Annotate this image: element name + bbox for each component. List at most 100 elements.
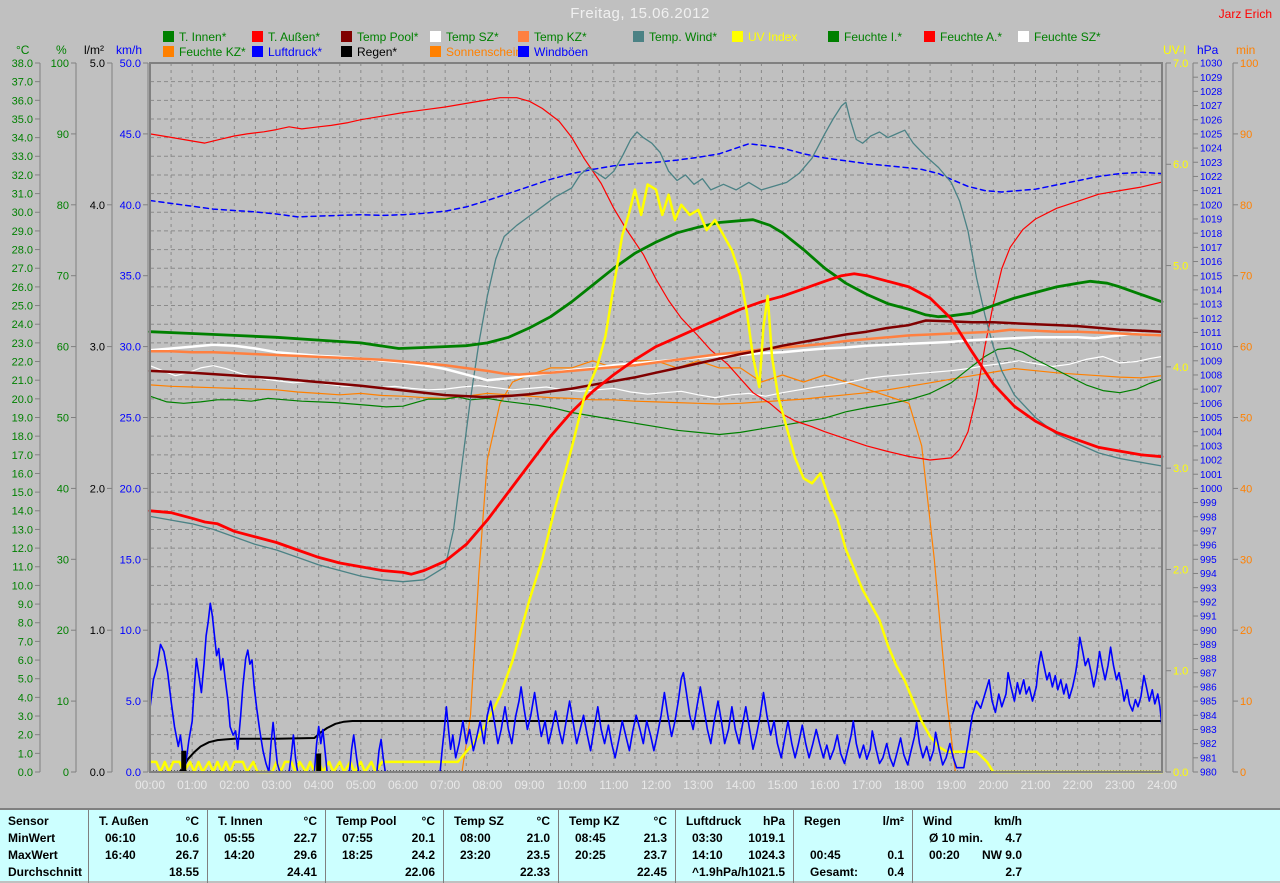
axis-tick-label-kmh: 20.0 xyxy=(120,483,141,495)
table-cell-min: 07:55 20.1 xyxy=(326,830,443,847)
axis-tick-label-hpa: 999 xyxy=(1200,498,1217,509)
axis-tick-label-hpa: 1020 xyxy=(1200,200,1223,211)
cell-value: km/h xyxy=(993,814,1022,828)
legend-swatch xyxy=(633,31,644,42)
weather-chart-page: 0.0 1.0 2.0 3.0 4.0 5.0 6.0 7.0 8.0 9.0 10.0 11.0 12… xyxy=(0,0,1280,883)
table-col-t-innen: T. Innen °C 05:55 22.7 14:20 29.6 24.41 xyxy=(207,810,325,883)
axis-tick-label-temp: 0.0 xyxy=(18,767,33,779)
legend-item-t-au-en-: T. Außen* xyxy=(252,30,320,44)
time-label: 17:00 xyxy=(852,778,882,792)
axis-tick-label-uv: 3.0 xyxy=(1173,463,1188,475)
table-row-label: Durchschnitt xyxy=(8,865,83,879)
time-label: 09:00 xyxy=(514,778,544,792)
axis-tick-label-min: 70 xyxy=(1240,271,1252,283)
axis-tick-label-hpa: 1005 xyxy=(1200,413,1223,424)
legend-item-temp-wind-: Temp. Wind* xyxy=(633,30,717,44)
table-cell-max: 23:20 23.5 xyxy=(444,847,558,864)
legend-item-windb-en: Windböen xyxy=(518,44,589,59)
axis-tick-label-temp: 25.0 xyxy=(12,301,33,313)
axis-tick-label-lm2: 5.0 xyxy=(90,58,105,70)
axis-tick-label-hpa: 1028 xyxy=(1200,87,1223,98)
axis-tick-label-hpa: 984 xyxy=(1200,711,1217,722)
axis-tick-label-temp: 35.0 xyxy=(12,114,33,126)
table-row-label: Sensor xyxy=(8,814,49,828)
cell-value: 0.4 xyxy=(887,865,904,879)
axis-tick-label-hpa: 985 xyxy=(1200,697,1217,708)
axis-tick-label-temp: 22.0 xyxy=(12,356,33,368)
axis-tick-label-temp: 15.0 xyxy=(12,487,33,499)
axis-tick-label-hpa: 1008 xyxy=(1200,371,1223,382)
legend-swatch xyxy=(924,31,935,42)
table-cell-avg: 22.06 xyxy=(326,864,443,881)
axis-tick-label-temp: 23.0 xyxy=(12,338,33,350)
cell-value: 1021.5 xyxy=(748,865,786,879)
legend-swatch xyxy=(518,31,529,42)
table-cell-min: 03:30 1019.1 xyxy=(676,830,793,847)
axis-tick-label-temp: 29.0 xyxy=(12,226,33,238)
legend-item-temp-kz-: Temp KZ* xyxy=(518,30,587,44)
cell-time: Temp SZ xyxy=(454,814,504,828)
axis-tick-label-hpa: 1025 xyxy=(1200,130,1223,141)
table-col-luftdruck: Luftdruck hPa 03:30 1019.1 14:10 1024.3 ^1.9hP… xyxy=(675,810,793,883)
legend-item-regen-: Regen* xyxy=(341,45,397,59)
axis-tick-label-hpa: 994 xyxy=(1200,569,1217,580)
axis-tick-label-min: 0 xyxy=(1240,767,1246,779)
time-label: 21:00 xyxy=(1020,778,1050,792)
cell-time: Ø 10 min. xyxy=(929,831,984,845)
axis-tick-label-hpa: 983 xyxy=(1200,725,1217,736)
cell-time: 18:25 xyxy=(342,848,373,862)
weather-day-chart: 0.0 1.0 2.0 3.0 4.0 5.0 6.0 7.0 8.0 9.0 10.0 11.0 12… xyxy=(12,58,1259,792)
cell-value: 23.5 xyxy=(526,848,550,862)
legend-label: Windböen xyxy=(534,44,589,59)
series-feuchte_a xyxy=(149,97,1163,461)
axis-tick-label-hpa: 998 xyxy=(1200,512,1217,523)
axis-title-hpa: hPa xyxy=(1197,43,1219,57)
table-cell-min: 08:00 21.0 xyxy=(444,830,558,847)
cell-value: 29.6 xyxy=(293,848,317,862)
axis-tick-label-temp: 24.0 xyxy=(12,319,33,331)
cell-value: 10.6 xyxy=(175,831,199,845)
legend-swatch xyxy=(163,31,174,42)
axis-tick-label-min: 60 xyxy=(1240,342,1252,354)
cell-time: Regen xyxy=(804,814,841,828)
cell-value: 21.3 xyxy=(643,831,667,845)
axis-tick-label-temp: 7.0 xyxy=(18,636,33,648)
table-col-regen: Regen l/m² 00:45 0.1 Gesamt: 0.4 xyxy=(793,810,912,883)
axis-tick-label-pct: 90 xyxy=(57,129,69,141)
axis-tick-label-temp: 17.0 xyxy=(12,450,33,462)
table-cell-avg: Gesamt: 0.4 xyxy=(794,864,912,881)
table-cell-min xyxy=(794,830,912,847)
cell-value: °C xyxy=(421,814,435,828)
table-cell-max: 16:40 26.7 xyxy=(89,847,207,864)
time-label: 22:00 xyxy=(1063,778,1093,792)
legend-label: Temp Pool* xyxy=(357,29,419,44)
axis-tick-label-kmh: 40.0 xyxy=(120,200,141,212)
axis-tick-label-pct: 10 xyxy=(57,696,69,708)
table-cell-max: 20:25 23.7 xyxy=(559,847,675,864)
axis-tick-label-hpa: 995 xyxy=(1200,555,1217,566)
axis-tick-label-hpa: 1012 xyxy=(1200,314,1223,325)
cell-time xyxy=(923,864,929,881)
axis-title-uv: UV-I xyxy=(1163,43,1187,57)
legend-item-feuchte-sz-: Feuchte SZ* xyxy=(1018,30,1101,44)
cell-time xyxy=(336,864,342,881)
axis-tick-label-min: 80 xyxy=(1240,200,1252,212)
axis-tick-label-hpa: 991 xyxy=(1200,612,1217,623)
table-cell-max: 00:20 NW 9.0 xyxy=(913,847,1030,864)
table-cell-hdr: Temp SZ °C xyxy=(444,813,558,830)
cell-value: 18.55 xyxy=(168,865,199,879)
cell-value: 23.7 xyxy=(643,848,667,862)
legend-swatch xyxy=(732,31,743,42)
axis-title-lm2: l/m² xyxy=(84,43,104,57)
axis-tick-label-hpa: 1010 xyxy=(1200,342,1223,353)
rain-bar xyxy=(181,750,187,772)
axis-tick-label-hpa: 1004 xyxy=(1200,427,1223,438)
axis-tick-label-uv: 1.0 xyxy=(1173,666,1188,678)
legend-label: Sonnenschein xyxy=(446,44,523,59)
table-cell-min: 08:45 21.3 xyxy=(559,830,675,847)
cell-value: 1019.1 xyxy=(748,831,785,845)
time-label: 13:00 xyxy=(683,778,713,792)
table-cell-hdr: Wind km/h xyxy=(913,813,1030,830)
legend-item-temp-sz-: Temp SZ* xyxy=(430,30,499,44)
cell-time: Luftdruck xyxy=(686,814,742,828)
